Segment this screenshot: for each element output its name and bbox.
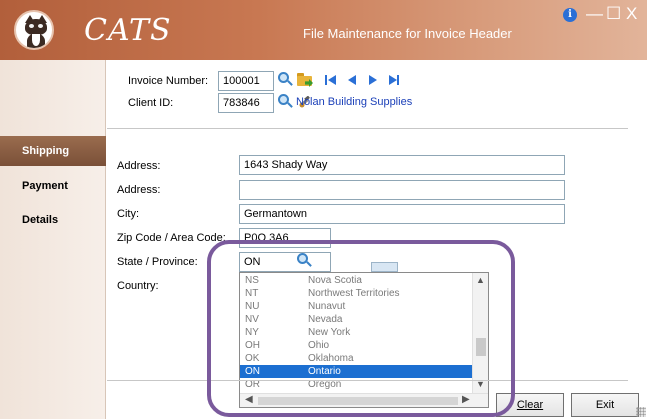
cats-logo-icon	[14, 10, 54, 50]
open-folder-icon[interactable]	[297, 72, 313, 88]
client-name-link[interactable]: Nolan Building Supplies	[296, 96, 412, 108]
invoice-search-icon[interactable]	[277, 72, 293, 88]
resize-grip-icon[interactable]	[636, 407, 646, 417]
sidebar: Shipping Payment Details	[0, 60, 106, 419]
list-item[interactable]: OH Ohio	[240, 339, 472, 352]
state-province-field[interactable]: ON	[239, 252, 331, 272]
exit-button[interactable]: Exit	[571, 393, 639, 417]
list-item[interactable]: NT Northwest Territories	[240, 287, 472, 300]
client-id-field[interactable]: 783846	[218, 93, 274, 113]
list-item[interactable]: NU Nunavut	[240, 300, 472, 313]
footer-divider	[107, 380, 628, 381]
list-item[interactable]: NS Nova Scotia	[240, 274, 472, 287]
zip-code-label: Zip Code / Area Code:	[117, 232, 226, 244]
previous-record-icon[interactable]	[345, 73, 359, 87]
list-item[interactable]: NV Nevada	[240, 313, 472, 326]
app-name: CATS	[84, 13, 172, 48]
country-label: Country:	[117, 280, 159, 292]
address2-field[interactable]	[239, 180, 565, 200]
info-icon[interactable]: i	[563, 8, 577, 22]
header-divider	[107, 128, 628, 129]
zip-code-field[interactable]: P0O 3A6	[239, 228, 331, 248]
list-item[interactable]: NY New York	[240, 326, 472, 339]
horizontal-scroll-thumb[interactable]	[258, 397, 458, 405]
city-label: City:	[117, 208, 139, 220]
first-record-icon[interactable]	[324, 73, 338, 87]
vertical-scroll-thumb[interactable]	[476, 338, 486, 356]
window-title: File Maintenance for Invoice Header	[303, 26, 512, 41]
invoice-number-label: Invoice Number:	[128, 75, 209, 87]
partially-hidden-button[interactable]	[371, 262, 398, 272]
address2-label: Address:	[117, 184, 161, 196]
invoice-number-field[interactable]: 100001	[218, 71, 274, 91]
next-record-icon[interactable]	[366, 73, 380, 87]
maximize-button[interactable]: ☐	[606, 4, 621, 24]
minimize-button[interactable]: —	[586, 4, 603, 24]
last-record-icon[interactable]	[387, 73, 401, 87]
scroll-left-icon[interactable]: ◀	[245, 394, 253, 405]
clear-button[interactable]: Clear	[496, 393, 564, 417]
title-bar: CATS File Maintenance for Invoice Header…	[0, 0, 647, 60]
address1-label: Address:	[117, 160, 161, 172]
vertical-scrollbar[interactable]: ▲ ▼	[472, 273, 488, 393]
clear-button-label: Clear	[516, 399, 544, 411]
scroll-right-icon[interactable]: ▶	[462, 394, 470, 405]
city-field[interactable]: Germantown	[239, 204, 565, 224]
exit-button-label: Exit	[595, 399, 615, 411]
state-province-value: ON	[244, 256, 261, 268]
client-search-icon[interactable]	[277, 94, 293, 110]
sidebar-item-details[interactable]: Details	[0, 205, 106, 235]
address1-field[interactable]: 1643 Shady Way	[239, 155, 565, 175]
client-id-label: Client ID:	[128, 97, 174, 109]
close-button[interactable]: X	[626, 4, 637, 24]
horizontal-scrollbar[interactable]: ◀ ▶	[240, 393, 488, 407]
sidebar-item-payment[interactable]: Payment	[0, 171, 106, 201]
state-province-label: State / Province:	[117, 256, 198, 268]
scroll-up-icon[interactable]: ▲	[476, 275, 485, 285]
sidebar-item-shipping[interactable]: Shipping	[0, 136, 106, 166]
state-search-icon[interactable]	[296, 253, 312, 269]
list-item[interactable]: OK Oklahoma	[240, 352, 472, 365]
province-dropdown-list[interactable]: NS Nova Scotia NT Northwest Territories NU…	[239, 272, 489, 408]
list-item-selected[interactable]: ON Ontario	[240, 365, 472, 378]
